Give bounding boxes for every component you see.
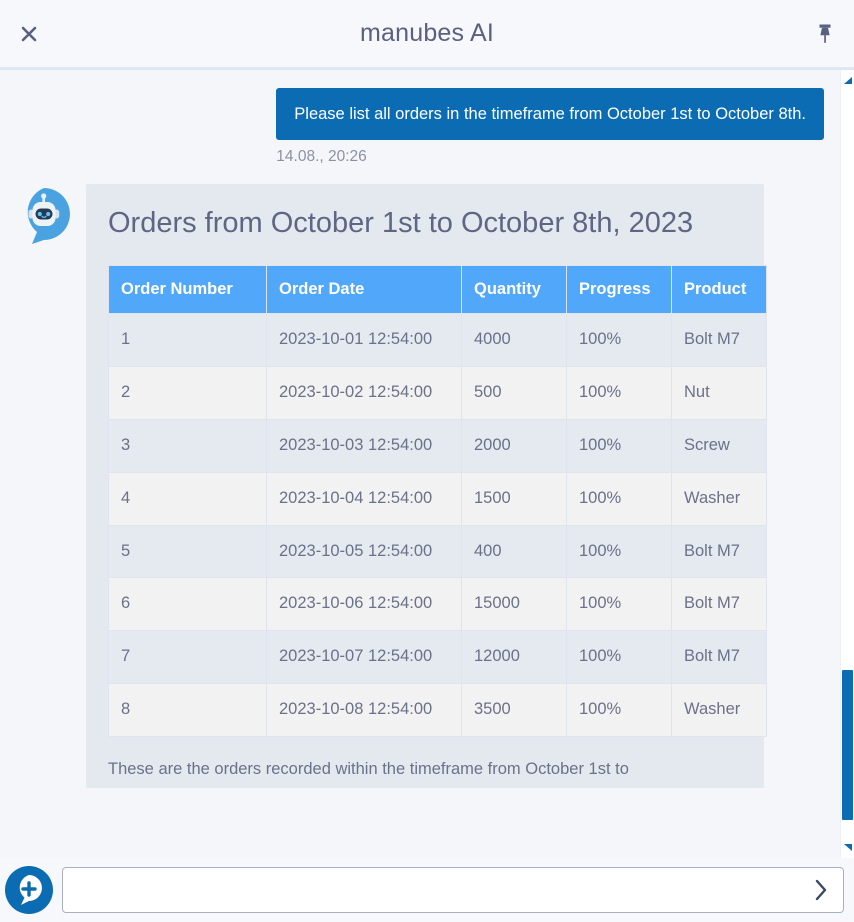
cell-product: Bolt M7: [671, 630, 767, 685]
cell-product: Bolt M7: [671, 524, 767, 579]
cell-order-date: 2023-10-07 12:54:00: [266, 630, 462, 685]
cell-progress: 100%: [566, 683, 672, 738]
message-composer: [0, 858, 854, 922]
robot-avatar-icon: [16, 186, 74, 245]
column-header-progress: Progress: [566, 264, 672, 314]
close-button[interactable]: [12, 17, 46, 51]
message-input[interactable]: [63, 868, 843, 912]
send-button[interactable]: [807, 876, 835, 904]
orders-table-body: 1 2023-10-01 12:54:00 4000 100% Bolt M7 2 2023…: [108, 312, 767, 738]
answer-title: Orders from October 1st to October 8th, …: [108, 207, 694, 240]
table-row: 6 2023-10-06 12:54:00 15000 100% Bolt M7: [108, 577, 767, 632]
cell-product: Washer: [671, 471, 767, 526]
cell-order-number: 1: [108, 312, 267, 367]
cell-progress: 100%: [566, 418, 672, 473]
cell-order-number: 3: [108, 418, 267, 473]
table-row: 8 2023-10-08 12:54:00 3500 100% Washer: [108, 683, 767, 738]
scrollbar-thumb[interactable]: [842, 670, 853, 820]
chevron-up-icon: [843, 76, 853, 86]
cell-quantity: 15000: [461, 577, 567, 632]
cell-order-date: 2023-10-06 12:54:00: [266, 577, 462, 632]
message-list: Please list all orders in the timeframe …: [0, 70, 840, 858]
cell-quantity: 2000: [461, 418, 567, 473]
column-header-order-date: Order Date: [266, 264, 462, 314]
user-message: Please list all orders in the timeframe …: [0, 88, 840, 166]
message-input-shell: [62, 867, 844, 913]
cell-order-number: 8: [108, 683, 267, 738]
cell-product: Bolt M7: [671, 577, 767, 632]
close-icon: [19, 24, 39, 44]
cell-progress: 100%: [566, 365, 672, 420]
cell-order-number: 4: [108, 471, 267, 526]
table-row: 4 2023-10-04 12:54:00 1500 100% Washer: [108, 471, 767, 526]
cell-order-number: 6: [108, 577, 267, 632]
table-row: 2 2023-10-02 12:54:00 500 100% Nut: [108, 365, 767, 420]
cell-order-number: 2: [108, 365, 267, 420]
cell-order-date: 2023-10-05 12:54:00: [266, 524, 462, 579]
scroll-up-button[interactable]: [843, 76, 853, 86]
cell-order-date: 2023-10-03 12:54:00: [266, 418, 462, 473]
cell-quantity: 1500: [461, 471, 567, 526]
cell-order-date: 2023-10-04 12:54:00: [266, 471, 462, 526]
page-title: manubes AI: [359, 19, 495, 47]
cell-quantity: 400: [461, 524, 567, 579]
new-chat-button[interactable]: [4, 865, 54, 915]
cell-product: Screw: [671, 418, 767, 473]
scroll-down-button[interactable]: [843, 842, 853, 852]
column-header-product: Product: [671, 264, 767, 314]
bot-answer-card: Orders from October 1st to October 8th, …: [86, 184, 767, 788]
bot-message: Orders from October 1st to October 8th, …: [0, 184, 840, 788]
chat-scrollbar[interactable]: [840, 70, 854, 858]
column-header-order-number: Order Number: [108, 264, 267, 314]
cell-progress: 100%: [566, 312, 672, 367]
cell-product: Bolt M7: [671, 312, 767, 367]
cell-progress: 100%: [566, 577, 672, 632]
table-row: 7 2023-10-07 12:54:00 12000 100% Bolt M7: [108, 630, 767, 685]
cell-quantity: 4000: [461, 312, 567, 367]
table-row: 3 2023-10-03 12:54:00 2000 100% Screw: [108, 418, 767, 473]
chevron-right-icon: [813, 878, 829, 902]
cell-product: Nut: [671, 365, 767, 420]
user-message-text: Please list all orders in the timeframe …: [276, 88, 824, 141]
cell-order-number: 5: [108, 524, 267, 579]
answer-outro-text: These are the orders recorded within the…: [108, 760, 629, 779]
avatar: [16, 186, 74, 245]
table-header-row: Order Number Order Date Quantity Progres…: [108, 264, 767, 314]
cell-quantity: 3500: [461, 683, 567, 738]
table-row: 1 2023-10-01 12:54:00 4000 100% Bolt M7: [108, 312, 767, 367]
cell-product: Washer: [671, 683, 767, 738]
new-chat-bubble-plus-icon: [4, 865, 54, 915]
user-message-timestamp: 14.08., 20:26: [276, 148, 367, 166]
pin-icon: [815, 23, 835, 45]
chat-scroll-region: Please list all orders in the timeframe …: [0, 68, 854, 858]
pin-button[interactable]: [808, 17, 842, 51]
window-header: manubes AI: [0, 0, 854, 68]
cell-progress: 100%: [566, 630, 672, 685]
cell-progress: 100%: [566, 471, 672, 526]
cell-order-number: 7: [108, 630, 267, 685]
cell-quantity: 12000: [461, 630, 567, 685]
cell-order-date: 2023-10-08 12:54:00: [266, 683, 462, 738]
cell-order-date: 2023-10-02 12:54:00: [266, 365, 462, 420]
cell-quantity: 500: [461, 365, 567, 420]
chat-widget: manubes AI Please list all orders in the…: [0, 0, 854, 922]
chevron-down-icon: [843, 842, 853, 852]
column-header-quantity: Quantity: [461, 264, 567, 314]
table-row: 5 2023-10-05 12:54:00 400 100% Bolt M7: [108, 524, 767, 579]
orders-table: Order Number Order Date Quantity Progres…: [108, 264, 767, 738]
cell-progress: 100%: [566, 524, 672, 579]
cell-order-date: 2023-10-01 12:54:00: [266, 312, 462, 367]
